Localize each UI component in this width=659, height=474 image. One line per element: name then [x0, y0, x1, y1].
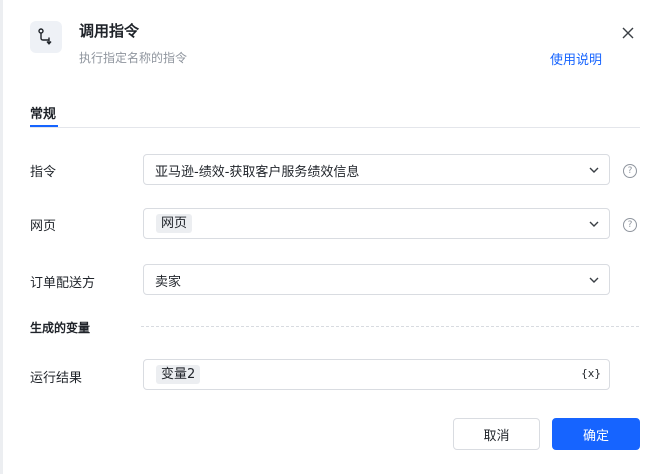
- confirm-button[interactable]: 确定: [552, 418, 640, 450]
- command-help-icon[interactable]: ?: [623, 164, 637, 178]
- cancel-button[interactable]: 取消: [453, 418, 540, 450]
- variable-icon[interactable]: {x}: [581, 367, 601, 380]
- command-select[interactable]: 亚马逊-绩效-获取客户服务绩效信息: [143, 154, 610, 185]
- invoke-command-dialog: 调用指令 执行指定名称的指令 使用说明 常规 指令 亚马逊-绩效-获取客户服务绩…: [0, 0, 659, 474]
- close-icon[interactable]: [619, 24, 637, 42]
- shipping-label: 订单配送方: [30, 276, 96, 291]
- webpage-help-icon[interactable]: ?: [623, 218, 637, 232]
- dialog-title: 调用指令: [79, 22, 140, 40]
- shipping-value: 卖家: [155, 275, 182, 290]
- result-variable-tag: 变量2: [156, 365, 201, 384]
- webpage-label: 网页: [30, 219, 57, 234]
- output-variables-heading: 生成的变量: [30, 321, 91, 335]
- shipping-select[interactable]: 卖家: [143, 264, 610, 295]
- tab-divider: [30, 127, 640, 128]
- dialog-subtitle: 执行指定名称的指令: [79, 51, 188, 65]
- command-label: 指令: [30, 165, 57, 180]
- section-divider: [141, 326, 639, 327]
- result-label: 运行结果: [30, 371, 83, 386]
- command-value: 亚马逊-绩效-获取客户服务绩效信息: [155, 165, 360, 180]
- webpage-tag: 网页: [156, 214, 193, 233]
- chevron-down-icon: [589, 277, 599, 283]
- chevron-down-icon: [589, 167, 599, 173]
- webpage-select[interactable]: 网页: [143, 208, 610, 239]
- tab-general[interactable]: 常规: [30, 103, 56, 122]
- command-flow-icon: [30, 21, 62, 53]
- result-variable-field[interactable]: 变量2 {x}: [143, 359, 610, 390]
- help-link[interactable]: 使用说明: [550, 49, 602, 68]
- chevron-down-icon: [589, 221, 599, 227]
